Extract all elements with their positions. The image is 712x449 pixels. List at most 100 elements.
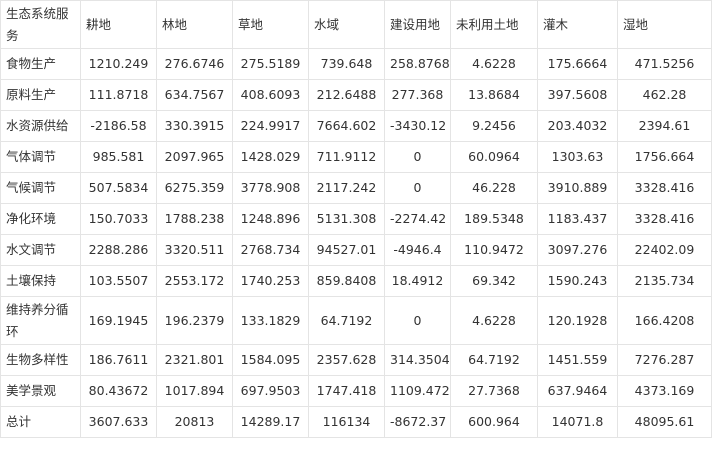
table-cell: 2117.242 — [308, 172, 385, 204]
table-cell: 116134 — [308, 406, 385, 438]
table-cell: 507.5834 — [80, 172, 157, 204]
table-row: 水文调节 2288.286 3320.511 2768.734 94527.01 -494… — [0, 234, 712, 266]
row-label: 土壤保持 — [0, 265, 81, 297]
header-row: 生态系统服务 耕地 林地 草地 水域 建设用地 未利用土地 灌木 湿地 雪地 — [0, 0, 712, 49]
table-cell: 3910.889 — [537, 172, 618, 204]
table-cell: 203.4032 — [537, 110, 618, 142]
table-cell: 3607.633 — [80, 406, 157, 438]
table-cell: -2186.58 — [80, 110, 157, 142]
table-row: 气候调节 507.5834 6275.359 3778.908 2117.242 0 46.… — [0, 172, 712, 204]
table-row: 气体调节 985.581 2097.965 1428.029 711.9112 0 60.0… — [0, 141, 712, 173]
table-cell: 600.964 — [450, 406, 538, 438]
table-cell: 634.7567 — [156, 79, 233, 111]
table-cell: 1017.894 — [156, 375, 233, 407]
table-cell: 224.9917 — [232, 110, 309, 142]
table-cell: 1584.095 — [232, 344, 309, 376]
table-cell: 48095.61 — [617, 406, 712, 438]
table-cell: 4.6228 — [450, 296, 538, 345]
table-cell: 46.228 — [450, 172, 538, 204]
table-cell: 697.9503 — [232, 375, 309, 407]
table-header: 生态系统服务 耕地 林地 草地 水域 建设用地 未利用土地 灌木 湿地 雪地 — [0, 0, 712, 49]
table-row: 维持养分循环 169.1945 196.2379 133.1829 64.7192 0 4.… — [0, 296, 712, 345]
table-cell: 408.6093 — [232, 79, 309, 111]
table-cell: 1183.437 — [537, 203, 618, 235]
table-cell: 166.4208 — [617, 296, 712, 345]
table-cell: 1747.418 — [308, 375, 385, 407]
table-cell: -2274.42 — [384, 203, 451, 235]
row-label: 气候调节 — [0, 172, 81, 204]
row-label: 食物生产 — [0, 48, 81, 80]
column-header: 水域 — [308, 0, 385, 49]
table-cell: 711.9112 — [308, 141, 385, 173]
row-label: 维持养分循环 — [0, 296, 81, 345]
table-row: 总计 3607.633 20813 14289.17 116134 -8672.37 600… — [0, 406, 712, 438]
table-cell: 3778.908 — [232, 172, 309, 204]
table-cell: 2394.61 — [617, 110, 712, 142]
table-cell: 471.5256 — [617, 48, 712, 80]
table-cell: 330.3915 — [156, 110, 233, 142]
table-cell: 859.8408 — [308, 265, 385, 297]
table-cell: -4946.4 — [384, 234, 451, 266]
table-cell: 212.6488 — [308, 79, 385, 111]
table-cell: 4373.169 — [617, 375, 712, 407]
table-cell: 1428.029 — [232, 141, 309, 173]
table-cell: 69.342 — [450, 265, 538, 297]
table-row: 原料生产 111.8718 634.7567 408.6093 212.6488 277.… — [0, 79, 712, 111]
table-cell: -8672.37 — [384, 406, 451, 438]
table-cell: 3097.276 — [537, 234, 618, 266]
table-cell: 189.5348 — [450, 203, 538, 235]
table-cell: 94527.01 — [308, 234, 385, 266]
table-body: 食物生产 1210.249 276.6746 275.5189 739.648 258.8… — [0, 48, 712, 438]
column-header: 灌木 — [537, 0, 618, 49]
table-row: 土壤保持 103.5507 2553.172 1740.253 859.8408 18.4… — [0, 265, 712, 297]
table-cell: 120.1928 — [537, 296, 618, 345]
row-label: 净化环境 — [0, 203, 81, 235]
table-cell: 169.1945 — [80, 296, 157, 345]
table-cell: 133.1829 — [232, 296, 309, 345]
table-cell: 150.7033 — [80, 203, 157, 235]
table-cell: 3320.511 — [156, 234, 233, 266]
table-cell: 2288.286 — [80, 234, 157, 266]
table-row: 生物多样性 186.7611 2321.801 1584.095 2357.628 314… — [0, 344, 712, 376]
table-cell: 0 — [384, 141, 451, 173]
corner-cell: 生态系统服务 — [0, 0, 81, 49]
table-row: 水资源供给 -2186.58 330.3915 224.9917 7664.602 -34… — [0, 110, 712, 142]
table-cell: 64.7192 — [450, 344, 538, 376]
table-row: 净化环境 150.7033 1788.238 1248.896 5131.308 -227… — [0, 203, 712, 235]
table-cell: 7276.287 — [617, 344, 712, 376]
table-cell: 637.9464 — [537, 375, 618, 407]
table-cell: 9.2456 — [450, 110, 538, 142]
table-cell: 13.8684 — [450, 79, 538, 111]
table-cell: 5131.308 — [308, 203, 385, 235]
table-cell: 103.5507 — [80, 265, 157, 297]
table-cell: 3328.416 — [617, 203, 712, 235]
table-cell: 6275.359 — [156, 172, 233, 204]
table-cell: -3430.12 — [384, 110, 451, 142]
table-cell: 27.7368 — [450, 375, 538, 407]
table-cell: 2097.965 — [156, 141, 233, 173]
row-label: 生物多样性 — [0, 344, 81, 376]
table-cell: 14071.8 — [537, 406, 618, 438]
table-cell: 397.5608 — [537, 79, 618, 111]
table-row: 食物生产 1210.249 276.6746 275.5189 739.648 258.8… — [0, 48, 712, 80]
table-cell: 0 — [384, 172, 451, 204]
table-cell: 4.6228 — [450, 48, 538, 80]
row-label: 总计 — [0, 406, 81, 438]
table-cell: 60.0964 — [450, 141, 538, 173]
table-cell: 1788.238 — [156, 203, 233, 235]
table-cell: 258.8768 — [384, 48, 451, 80]
table-cell: 18.4912 — [384, 265, 451, 297]
ecosystem-service-value-table: 生态系统服务 耕地 林地 草地 水域 建设用地 未利用土地 灌木 湿地 雪地 食… — [0, 0, 712, 438]
table-cell: 2321.801 — [156, 344, 233, 376]
table-cell: 196.2379 — [156, 296, 233, 345]
row-label: 水资源供给 — [0, 110, 81, 142]
table-cell: 276.6746 — [156, 48, 233, 80]
table-cell: 1590.243 — [537, 265, 618, 297]
column-header: 林地 — [156, 0, 233, 49]
table-cell: 1210.249 — [80, 48, 157, 80]
table-cell: 1740.253 — [232, 265, 309, 297]
table-cell: 64.7192 — [308, 296, 385, 345]
table-cell: 2357.628 — [308, 344, 385, 376]
table-cell: 7664.602 — [308, 110, 385, 142]
table-cell: 110.9472 — [450, 234, 538, 266]
